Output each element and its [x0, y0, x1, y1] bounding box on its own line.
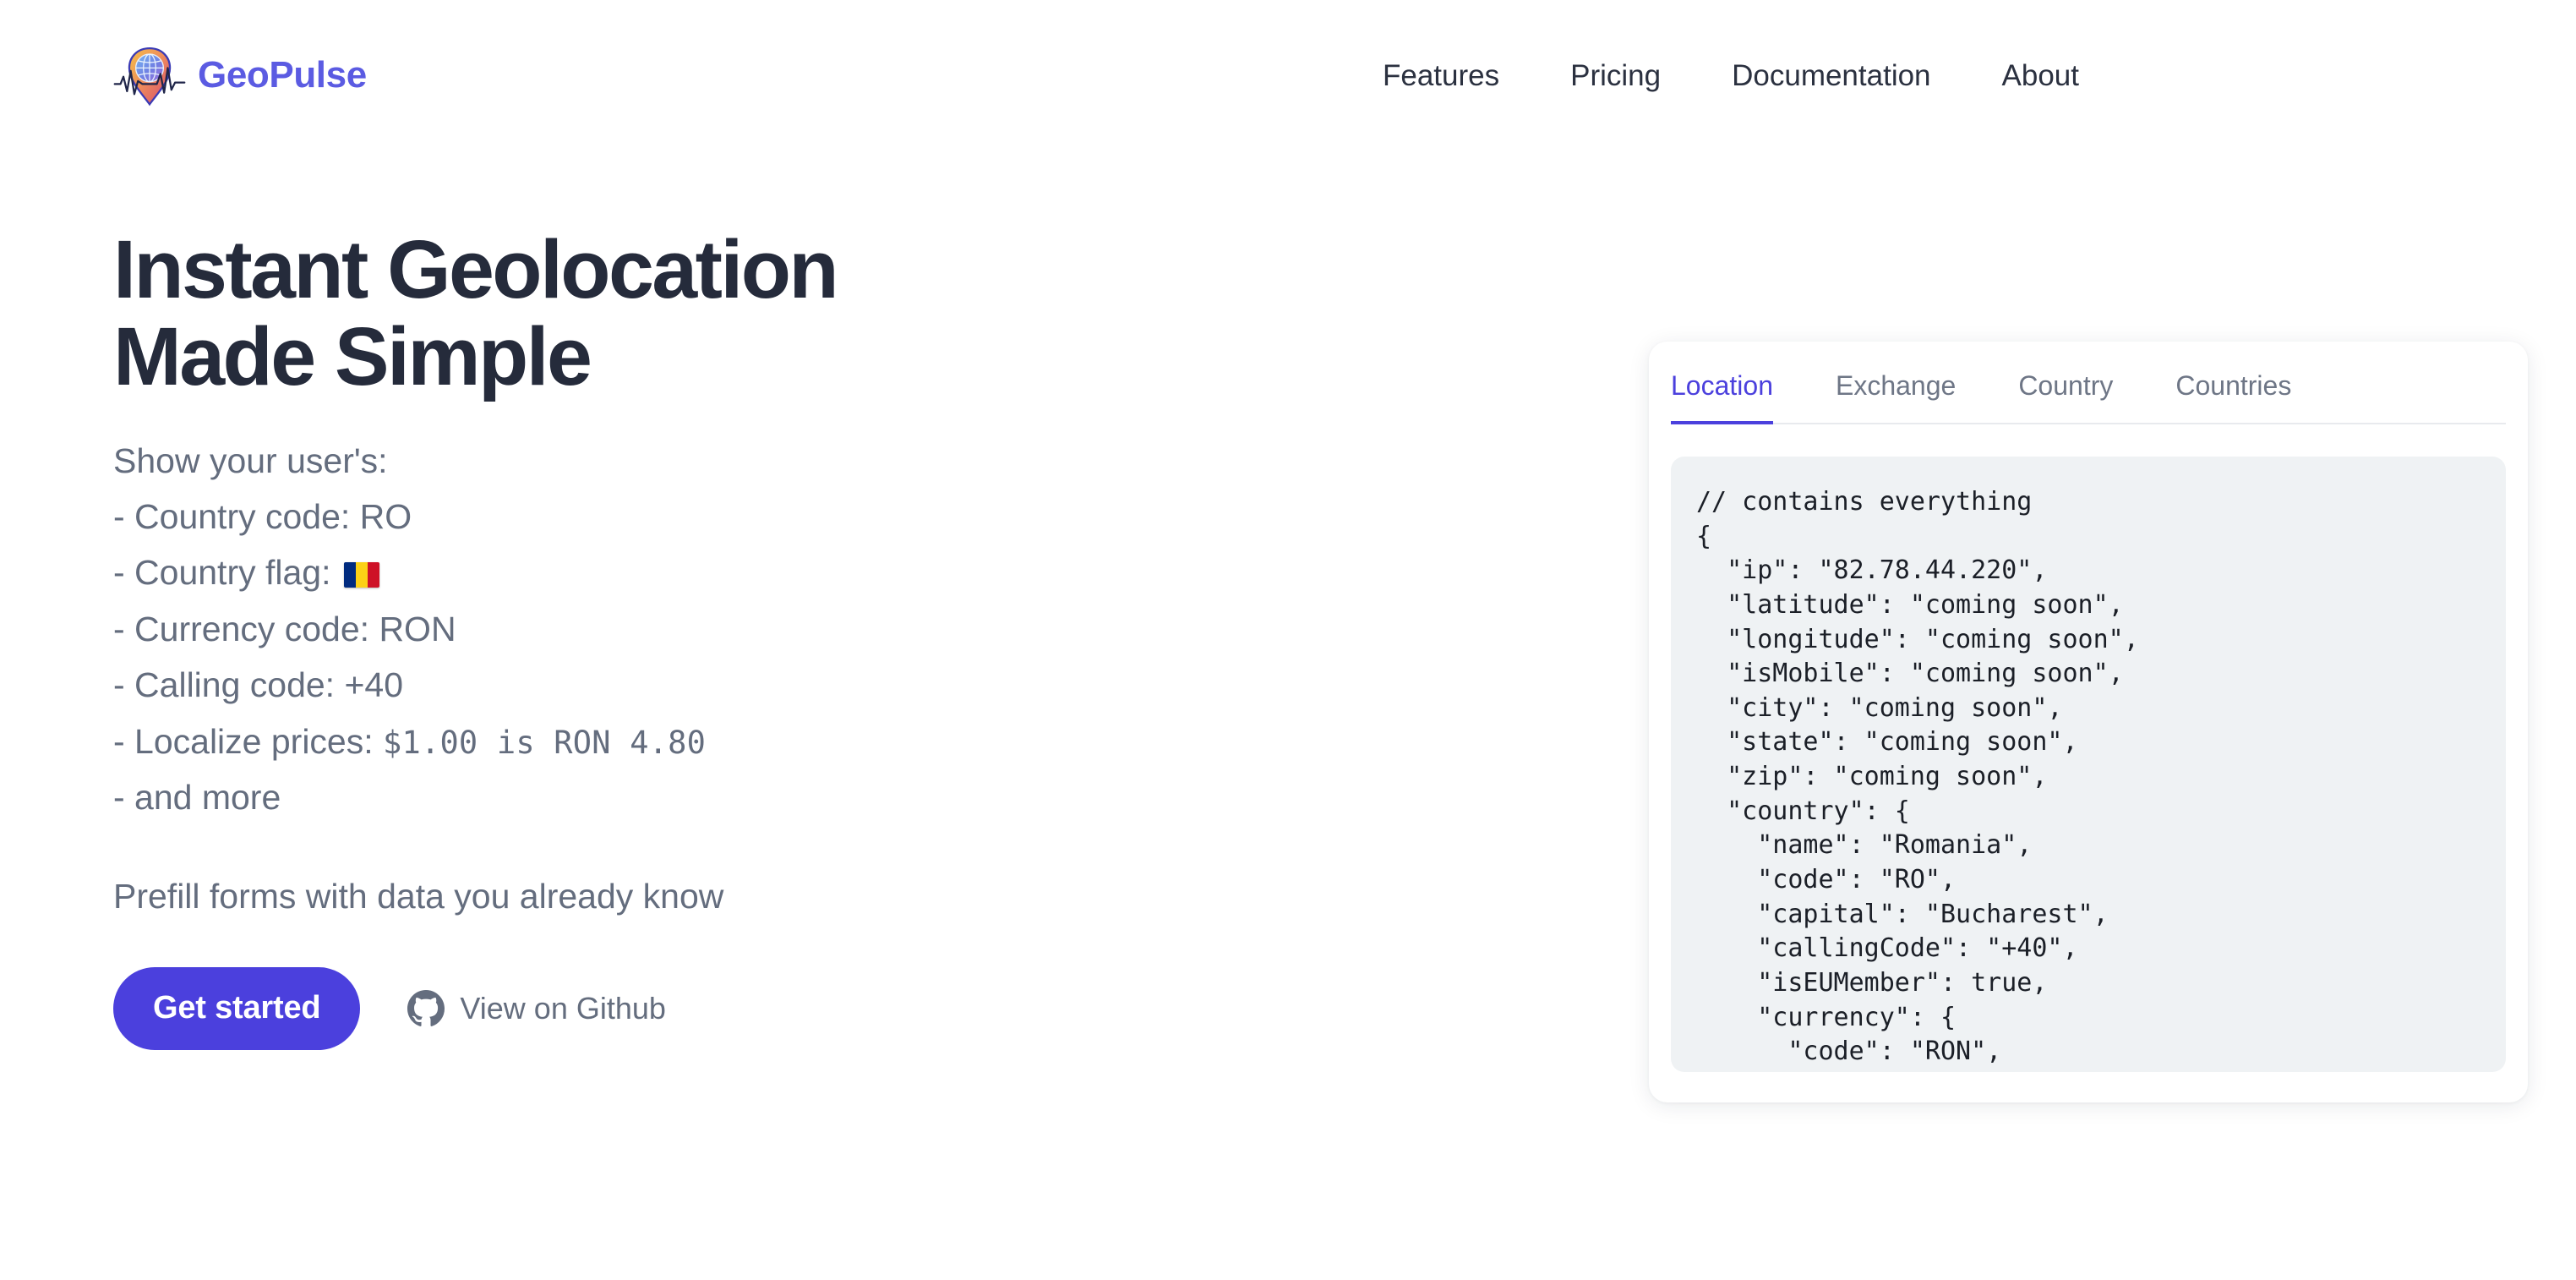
nav-item-pricing[interactable]: Pricing: [1570, 61, 1661, 90]
list-item-localize-prices: - Localize prices: $1.00 is RON 4.80: [113, 714, 1381, 769]
page-title: Instant Geolocation Made Simple: [113, 223, 839, 402]
brand-name: GeoPulse: [198, 54, 367, 96]
brand-logo-link[interactable]: GeoPulse: [113, 39, 367, 112]
tab-country[interactable]: Country: [2018, 372, 2113, 424]
hero-list-intro: Show your user's:: [113, 440, 388, 480]
romania-flag-icon: [343, 562, 379, 588]
localize-prices-label: - Localize prices:: [113, 721, 384, 761]
list-item-country-code: - Country code: RO: [113, 497, 412, 537]
tab-countries[interactable]: Countries: [2175, 372, 2291, 424]
github-icon: [407, 989, 445, 1026]
hero-section: Instant Geolocation Made Simple Show you…: [113, 223, 1381, 1050]
localize-prices-value: $1.00 is RON 4.80: [383, 724, 707, 761]
view-on-github-label: View on Github: [460, 990, 666, 1026]
view-on-github-link[interactable]: View on Github: [407, 989, 666, 1027]
tab-location[interactable]: Location: [1671, 372, 1773, 424]
code-block: // contains everything { "ip": "82.78.44…: [1696, 487, 2139, 1072]
list-item-country-flag: - Country flag:: [113, 544, 1381, 600]
nav-item-features[interactable]: Features: [1383, 61, 1499, 90]
api-preview-card: Location Exchange Country Countries // c…: [1649, 342, 2528, 1102]
nav-item-documentation[interactable]: Documentation: [1732, 61, 1930, 90]
get-started-button[interactable]: Get started: [113, 966, 361, 1050]
main-nav: Features Pricing Documentation About: [1383, 61, 2079, 90]
site-header: GeoPulse Features Pricing Documentation …: [0, 0, 2576, 169]
preview-tabbar: Location Exchange Country Countries: [1671, 342, 2506, 424]
hero-subtext: Prefill forms with data you already know: [113, 877, 724, 916]
list-item-calling-code: - Calling code: +40: [113, 665, 404, 705]
list-item-country-flag-label: - Country flag:: [113, 553, 341, 593]
list-item-and-more: - and more: [113, 778, 281, 818]
globe-pin-pulse-icon: [113, 47, 186, 107]
cta-row: Get started View on Github: [113, 966, 1381, 1050]
tab-exchange[interactable]: Exchange: [1836, 372, 1956, 424]
hero-feature-list: Show your user's: - Country code: RO - C…: [113, 433, 1381, 826]
list-item-currency-code: - Currency code: RON: [113, 609, 456, 648]
code-preview-panel: // contains everything { "ip": "82.78.44…: [1671, 457, 2506, 1072]
nav-item-about[interactable]: About: [2002, 61, 2079, 90]
